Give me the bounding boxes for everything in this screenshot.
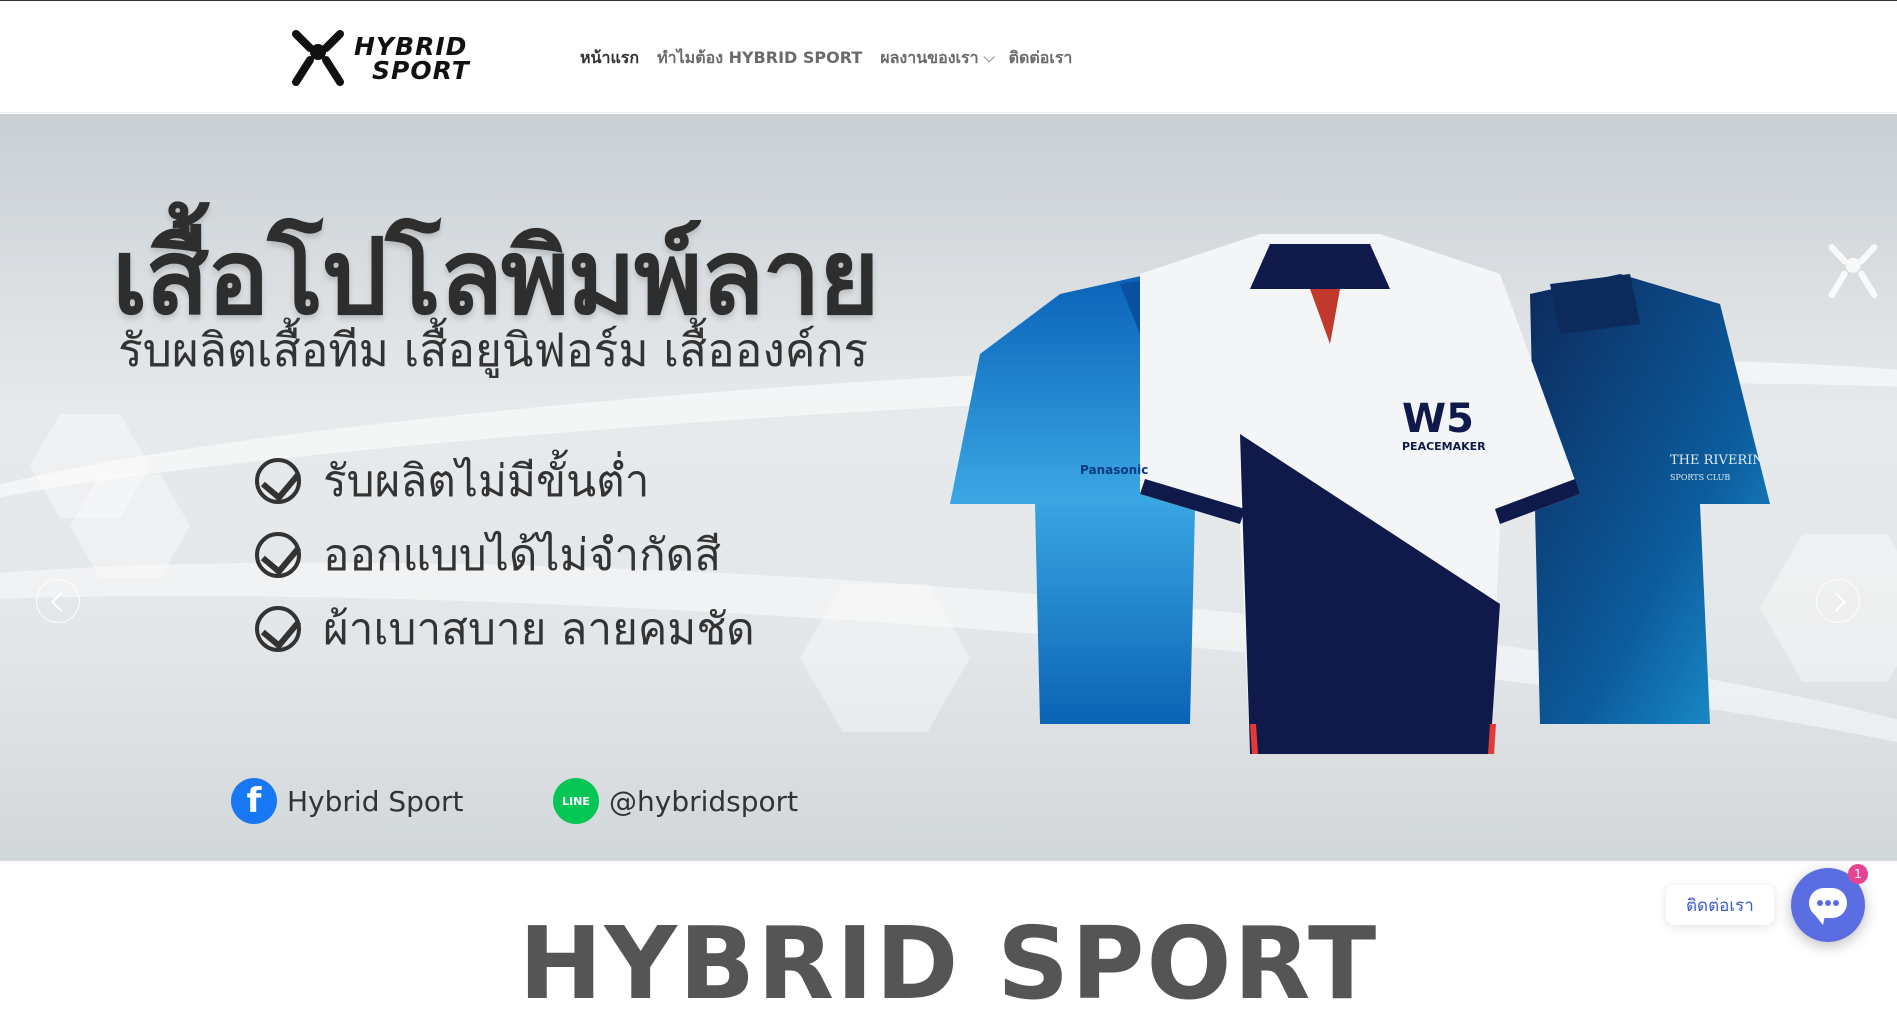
line-contact: LINE @hybridsport [553,778,798,824]
shirt-right-sub: SPORTS CLUB [1670,473,1730,482]
feature-text: ผ้าเบาสบาย ลายคมชัด [323,604,755,655]
feature-list: รับผลิตไม่มีขั้นต่ำ ออกแบบได้ไม่จำกัดสี … [255,444,755,666]
feature-item: ออกแบบได้ไม่จำกัดสี [255,518,755,592]
slider-next-button[interactable] [1816,579,1860,623]
check-circle-icon [255,458,301,504]
feature-item: รับผลิตไม่มีขั้นต่ำ [255,444,755,518]
feature-text: รับผลิตไม่มีขั้นต่ำ [323,456,650,507]
hybrid-sport-logo-icon [292,30,344,86]
nav-contact[interactable]: ติดต่อเรา [1009,46,1073,71]
facebook-contact: f Hybrid Sport [231,778,464,824]
notification-badge: 1 [1848,864,1868,884]
shirt-center-sub: PEACEMAKER [1402,440,1486,453]
logo-wordmark: HYBRID SPORT [354,34,470,85]
hero-slider[interactable]: เสื้อโปโลพิมพ์ลาย รับผลิตเสื้อทีม เสื้อย… [0,114,1897,861]
line-label: @hybridsport [609,784,799,818]
facebook-label: Hybrid Sport [287,784,464,818]
site-logo[interactable]: HYBRID SPORT [290,29,510,89]
feature-text: ออกแบบได้ไม่จำกัดสี [323,530,722,581]
chat-dot [1817,900,1823,906]
section-heading: HYBRID SPORT [518,905,1379,1022]
hybrid-sport-watermark-icon [1828,244,1878,299]
nav-our-works[interactable]: ผลงานของเรา [880,46,995,71]
slider-prev-button[interactable] [36,579,80,623]
chat-dot [1833,900,1839,906]
polo-shirts-image: W5 PEACEMAKER Panasonic THE RIVERINE SPO… [950,234,1773,754]
shirt-center-brand: W5 [1402,396,1474,442]
chevron-down-icon [983,50,995,63]
chat-bubble-icon [1809,888,1847,925]
banner-subtitle: รับผลิตเสื้อทีม เสื้อยูนิฟอร์ม เสื้อองค์… [118,323,869,377]
site-header: HYBRID SPORT หน้าแรก ทำไมต้อง HYBRID SPO… [0,1,1897,113]
shirt-right-brand: THE RIVERINE [1670,453,1773,468]
chat-dot [1825,900,1831,906]
feature-item: ผ้าเบาสบาย ลายคมชัด [255,592,755,666]
logo-line-2: SPORT [372,56,470,85]
facebook-icon: f [231,778,277,824]
shirt-left-brand: Panasonic [1080,463,1148,477]
line-icon: LINE [553,778,599,824]
nav-our-works-label: ผลงานของเรา [880,48,979,67]
check-circle-icon [255,532,301,578]
check-circle-icon [255,606,301,652]
nav-home[interactable]: หน้าแรก [580,46,639,71]
nav-why-hybrid-sport[interactable]: ทำไมต้อง HYBRID SPORT [657,46,862,71]
chat-label[interactable]: ติดต่อเรา [1666,885,1774,925]
main-nav: หน้าแรก ทำไมต้อง HYBRID SPORT ผลงานของเร… [580,46,1090,71]
